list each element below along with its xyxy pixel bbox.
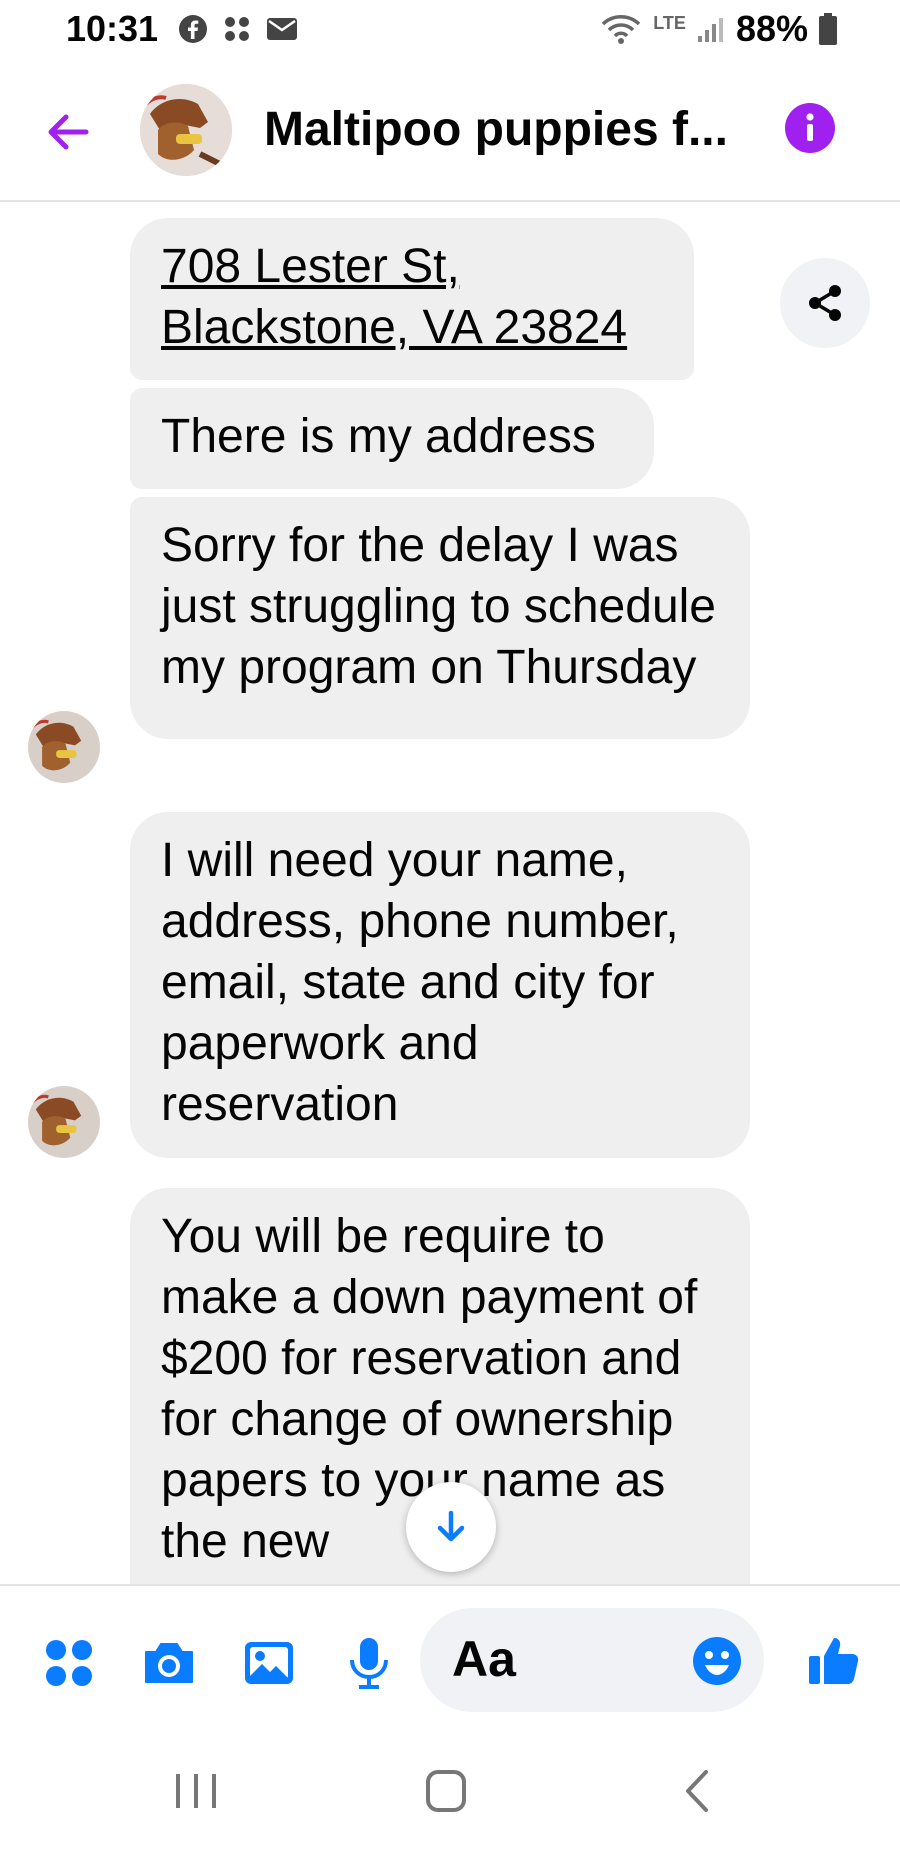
thumbs-up-icon[interactable]	[806, 1632, 862, 1688]
battery-percent: 88%	[735, 8, 808, 49]
contact-avatar[interactable]	[140, 84, 232, 176]
share-button[interactable]	[780, 258, 870, 348]
battery-icon	[819, 13, 837, 45]
status-bar: 10:31 LTE 88%	[0, 0, 900, 62]
emoji-icon[interactable]	[692, 1636, 742, 1686]
scroll-to-bottom-button[interactable]	[406, 1482, 496, 1572]
home-icon[interactable]	[416, 1764, 476, 1818]
message-text: Sorry for the delay I was just strugglin…	[161, 519, 716, 694]
message-bubble[interactable]: Sorry for the delay I was just strugglin…	[130, 497, 750, 739]
address-link[interactable]: 708 Lester St, Blackstone, VA 23824	[161, 236, 664, 358]
message-text: There is my address	[161, 410, 596, 463]
gallery-icon[interactable]	[242, 1636, 296, 1690]
message-bubble[interactable]: 708 Lester St, Blackstone, VA 23824	[130, 218, 694, 380]
message-input-placeholder: Aa	[452, 1631, 516, 1687]
back-arrow-icon[interactable]	[40, 104, 96, 160]
message-thread[interactable]: 708 Lester St, Blackstone, VA 23824 Ther…	[0, 202, 900, 1584]
microphone-icon[interactable]	[342, 1636, 396, 1690]
message-input[interactable]: Aa	[420, 1608, 764, 1712]
sender-avatar[interactable]	[28, 711, 100, 783]
facebook-icon	[179, 15, 207, 43]
recent-apps-icon[interactable]	[166, 1764, 226, 1818]
network-type: LTE	[653, 12, 686, 33]
arrow-down-icon	[437, 1510, 465, 1542]
camera-icon[interactable]	[142, 1636, 196, 1690]
system-nav-bar	[0, 1734, 900, 1850]
info-icon[interactable]	[784, 102, 836, 154]
message-composer: Aa	[0, 1584, 900, 1736]
status-time: 10:31	[66, 8, 159, 49]
message-text: I will need your name, address, phone nu…	[161, 834, 679, 1131]
grid-dots-icon	[225, 17, 249, 41]
share-icon	[809, 285, 841, 321]
message-bubble[interactable]: I will need your name, address, phone nu…	[130, 812, 750, 1158]
wifi-icon	[602, 15, 641, 44]
conversation-title[interactable]: Maltipoo puppies f...	[264, 102, 744, 157]
apps-icon[interactable]	[42, 1636, 96, 1690]
back-nav-icon[interactable]	[670, 1764, 730, 1818]
signal-icon	[697, 18, 723, 42]
sender-avatar[interactable]	[28, 1086, 100, 1158]
message-bubble[interactable]: There is my address	[130, 388, 654, 489]
chat-header: Maltipoo puppies f...	[0, 62, 900, 202]
mail-icon	[267, 18, 297, 40]
